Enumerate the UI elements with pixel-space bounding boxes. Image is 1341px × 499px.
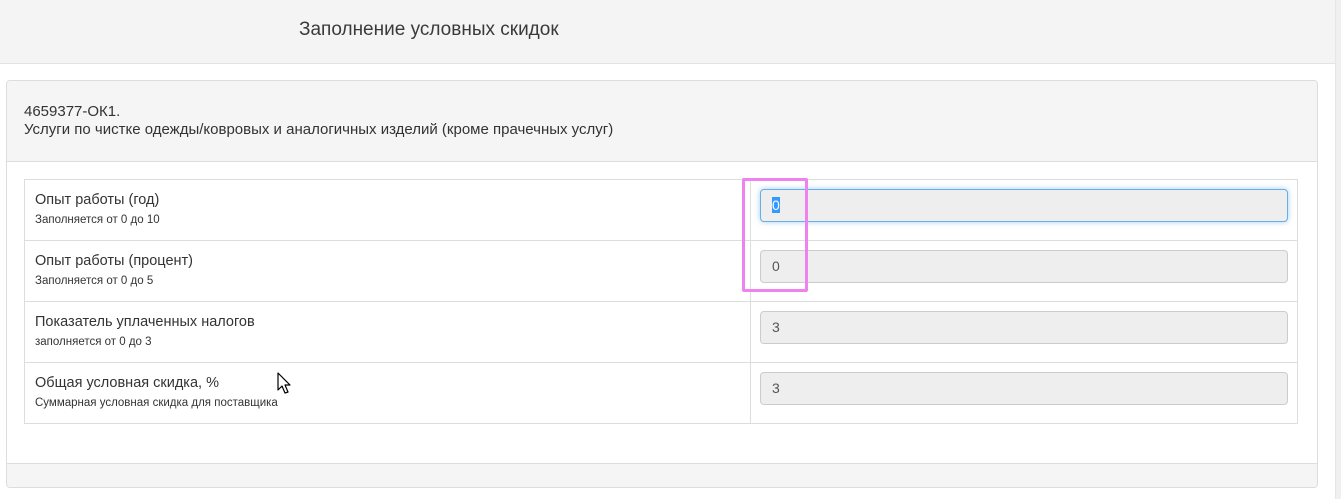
discount-table: Опыт работы (год) Заполняется от 0 до 10…	[24, 179, 1298, 424]
service-code: 4659377-ОК1.	[24, 103, 121, 120]
panel-heading: 4659377-ОК1. Услуги по чистке одежды/ков…	[7, 81, 1317, 162]
input-cell: 0	[750, 179, 1298, 241]
row-hint: Заполняется от 0 до 5	[35, 275, 154, 287]
input-cell: 3	[750, 362, 1298, 424]
label-cell: Показатель уплаченных налогов заполняетс…	[24, 301, 751, 363]
table-row: Общая условная скидка, % Суммарная услов…	[24, 362, 1298, 424]
row-label: Опыт работы (год)	[35, 192, 160, 208]
page-header: Заполнение условных скидок	[0, 0, 1335, 64]
discount-panel: 4659377-ОК1. Услуги по чистке одежды/ков…	[6, 80, 1318, 488]
row-label: Опыт работы (процент)	[35, 253, 193, 269]
taxes-paid-input[interactable]: 3	[760, 311, 1288, 344]
input-cell: 3	[750, 301, 1298, 363]
page-title: Заполнение условных скидок	[299, 19, 559, 40]
table-row: Опыт работы (год) Заполняется от 0 до 10…	[24, 179, 1298, 241]
label-cell: Опыт работы (процент) Заполняется от 0 д…	[24, 240, 751, 302]
experience-years-input[interactable]: 0	[760, 189, 1288, 222]
experience-percent-input[interactable]: 0	[760, 250, 1288, 283]
row-hint: заполняется от 0 до 3	[35, 336, 152, 348]
input-cell: 0	[750, 240, 1298, 302]
row-hint: Суммарная условная скидка для поставщика	[35, 397, 278, 409]
row-hint: Заполняется от 0 до 10	[35, 214, 160, 226]
row-label: Показатель уплаченных налогов	[35, 314, 255, 330]
label-cell: Опыт работы (год) Заполняется от 0 до 10	[24, 179, 751, 241]
mouse-cursor-icon	[277, 372, 291, 394]
highlight-annotation	[742, 178, 808, 292]
table-row: Показатель уплаченных налогов заполняетс…	[24, 301, 1298, 363]
label-cell: Общая условная скидка, % Суммарная услов…	[24, 362, 751, 424]
service-description: Услуги по чистке одежды/ковровых и анало…	[24, 121, 614, 138]
row-label: Общая условная скидка, %	[35, 375, 219, 391]
panel-footer	[7, 463, 1317, 487]
window-scrollbar[interactable]	[1335, 0, 1341, 499]
total-discount-input[interactable]: 3	[760, 372, 1288, 405]
table-row: Опыт работы (процент) Заполняется от 0 д…	[24, 240, 1298, 302]
